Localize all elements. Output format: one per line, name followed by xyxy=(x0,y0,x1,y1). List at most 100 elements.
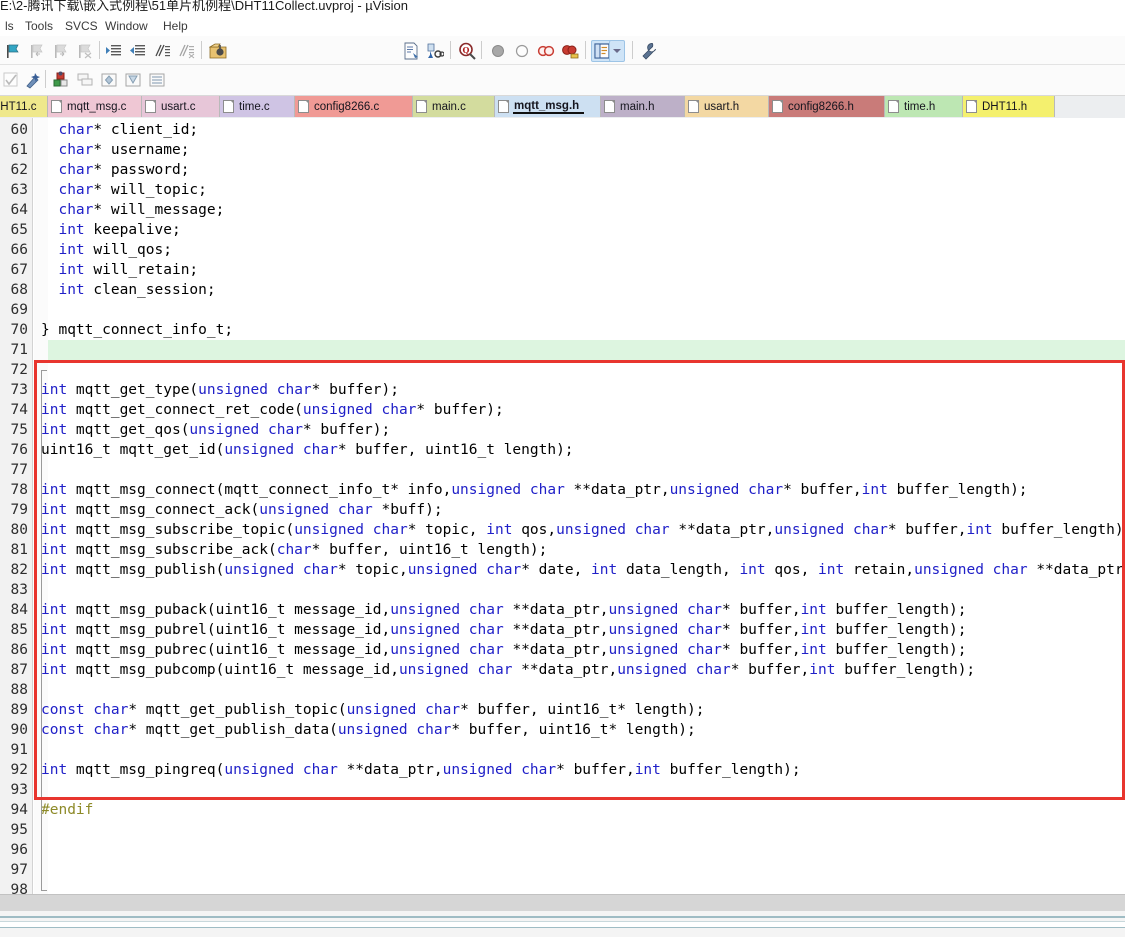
code-keyword: int xyxy=(800,622,827,638)
code-line[interactable]: int mqtt_msg_pubrec(uint16_t message_id,… xyxy=(41,640,966,660)
disable-all-breakpoints-icon[interactable] xyxy=(535,40,557,62)
menu-item-window[interactable]: Window xyxy=(102,18,151,34)
editor-tab-main-h[interactable]: main.h xyxy=(601,96,685,117)
line-number: 89 xyxy=(10,702,28,718)
code-text: **data_ptr, xyxy=(512,662,618,678)
build-magic-icon[interactable] xyxy=(22,69,44,91)
configuration-wizard-icon[interactable] xyxy=(638,40,660,62)
code-text: * buffer, xyxy=(730,662,810,678)
code-line[interactable]: int will_qos; xyxy=(41,240,172,260)
code-line[interactable]: } mqtt_connect_info_t; xyxy=(41,320,233,340)
file-document-icon xyxy=(888,100,899,113)
code-text: * buffer, xyxy=(556,762,635,778)
code-line[interactable]: const char* mqtt_get_publish_topic(unsig… xyxy=(41,700,705,720)
code-keyword: char xyxy=(748,482,784,498)
code-line[interactable]: int mqtt_get_type(unsigned char* buffer)… xyxy=(41,380,399,400)
batch-build-icon[interactable] xyxy=(74,69,96,91)
comment-lines-icon[interactable] xyxy=(151,40,173,62)
breakpoint-filled-icon[interactable] xyxy=(487,40,509,62)
line-number: 75 xyxy=(10,422,28,438)
code-line[interactable]: int mqtt_msg_pubcomp(uint16_t message_id… xyxy=(41,660,975,680)
editor-tab-mqtt-msg-c[interactable]: mqtt_msg.c xyxy=(48,96,142,117)
code-line[interactable]: #endif xyxy=(41,800,93,820)
code-keyword: char xyxy=(486,562,522,578)
code-keyword: char xyxy=(695,662,731,678)
file-document-icon xyxy=(223,100,234,113)
code-text: will_qos; xyxy=(84,242,172,258)
menu-item-help[interactable]: Help xyxy=(160,18,191,34)
code-line[interactable]: char* will_topic; xyxy=(41,180,206,200)
uncomment-lines-icon[interactable] xyxy=(175,40,197,62)
code-line[interactable]: int mqtt_msg_subscribe_topic(unsigned ch… xyxy=(41,520,1125,540)
code-line[interactable]: char* username; xyxy=(41,140,189,160)
fold-bracket[interactable] xyxy=(41,370,42,890)
code-line[interactable]: int mqtt_msg_connect_ack(unsigned char *… xyxy=(41,500,443,520)
editor-tab-mqtt-msg-h[interactable]: mqtt_msg.h xyxy=(495,96,601,117)
menu-item-ls[interactable]: ls xyxy=(2,18,17,34)
editor-tab-dht11-h[interactable]: DHT11.h xyxy=(963,96,1055,117)
editor-tab-usart-h[interactable]: usart.h xyxy=(685,96,769,117)
code-line[interactable]: int mqtt_get_qos(unsigned char* buffer); xyxy=(41,420,390,440)
code-text: * buffer); xyxy=(311,382,399,398)
configure-debug-icon[interactable] xyxy=(424,40,446,62)
rebuild-all-icon[interactable] xyxy=(122,69,144,91)
editor-tab-dht11-c[interactable]: DHT11.c xyxy=(0,96,48,117)
menu-item-svcs[interactable]: SVCS xyxy=(62,18,101,34)
code-line[interactable]: uint16_t mqtt_get_id(unsigned char* buff… xyxy=(41,440,574,460)
find-in-files-icon[interactable]: Q xyxy=(456,40,478,62)
kill-all-breakpoints-icon[interactable] xyxy=(559,40,581,62)
code-line[interactable]: const char* mqtt_get_publish_data(unsign… xyxy=(41,720,696,740)
code-line[interactable]: char* will_message; xyxy=(41,200,224,220)
manage-project-items-icon[interactable] xyxy=(400,40,422,62)
code-line[interactable]: int clean_session; xyxy=(41,280,215,300)
bookmark-next-icon[interactable] xyxy=(50,40,72,62)
download-icon[interactable] xyxy=(146,69,168,91)
code-text: * buffer, uint16_t length); xyxy=(311,542,548,558)
code-line[interactable]: char* client_id; xyxy=(41,120,198,140)
editor-tab-config8266-c[interactable]: config8266.c xyxy=(295,96,413,117)
indent-decrease-icon[interactable] xyxy=(127,40,149,62)
line-number: 88 xyxy=(10,682,28,698)
fold-bracket-bottom-tick[interactable] xyxy=(41,890,47,891)
file-document-icon xyxy=(416,100,427,113)
menu-item-tools[interactable]: Tools xyxy=(22,18,56,34)
code-line[interactable]: int mqtt_get_connect_ret_code(unsigned c… xyxy=(41,400,504,420)
editor-tab-main-c[interactable]: main.c xyxy=(413,96,495,117)
fold-bracket-top-tick[interactable] xyxy=(41,370,47,371)
code-line[interactable]: int mqtt_msg_puback(uint16_t message_id,… xyxy=(41,600,966,620)
code-keyword: int xyxy=(41,662,68,678)
code-text: mqtt_msg_pubrel(uint16_t message_id, xyxy=(67,622,391,638)
horizontal-scrollbar[interactable] xyxy=(0,894,1125,911)
editor-tab-time-h[interactable]: time.h xyxy=(885,96,963,117)
code-line[interactable]: int mqtt_msg_connect(mqtt_connect_info_t… xyxy=(41,480,1028,500)
code-line[interactable]: int will_retain; xyxy=(41,260,198,280)
editor-tab-label: DHT11.h xyxy=(982,100,1028,113)
code-editor[interactable]: 60 char* client_id; 61 char* username; 62 … xyxy=(0,118,1125,894)
code-keyword: unsigned xyxy=(259,502,330,518)
code-line[interactable]: int mqtt_msg_subscribe_ack(char* buffer,… xyxy=(41,540,547,560)
code-line[interactable]: char* password; xyxy=(41,160,189,180)
code-line[interactable]: int keepalive; xyxy=(41,220,180,240)
code-line[interactable]: int mqtt_msg_pubrel(uint16_t message_id,… xyxy=(41,620,966,640)
bookmark-prev-icon[interactable] xyxy=(26,40,48,62)
translate-file-icon[interactable] xyxy=(98,69,120,91)
code-text: * will_message; xyxy=(93,202,225,218)
code-text: buffer_length); xyxy=(887,482,1028,498)
code-keyword: unsigned xyxy=(302,402,373,418)
editor-tab-time-c[interactable]: time.c xyxy=(220,96,295,117)
status-divider-top xyxy=(0,916,1125,918)
code-line[interactable]: int mqtt_msg_publish(unsigned char* topi… xyxy=(41,560,1125,580)
target-options-icon[interactable] xyxy=(207,40,229,62)
line-number: 78 xyxy=(10,482,28,498)
build-target-icon[interactable] xyxy=(50,69,72,91)
bookmark-toggle-icon[interactable] xyxy=(2,40,24,62)
project-window-dropdown-icon[interactable] xyxy=(609,40,625,62)
breakpoint-empty-icon[interactable] xyxy=(511,40,533,62)
check-syntax-icon[interactable] xyxy=(0,69,22,91)
bookmark-clear-icon[interactable] xyxy=(74,40,96,62)
editor-tab-usart-c[interactable]: usart.c xyxy=(142,96,220,117)
code-text: buffer_length); xyxy=(660,762,801,778)
indent-increase-icon[interactable] xyxy=(103,40,125,62)
editor-tab-config8266-h[interactable]: config8266.h xyxy=(769,96,885,117)
code-line[interactable]: int mqtt_msg_pingreq(unsigned char **dat… xyxy=(41,760,801,780)
